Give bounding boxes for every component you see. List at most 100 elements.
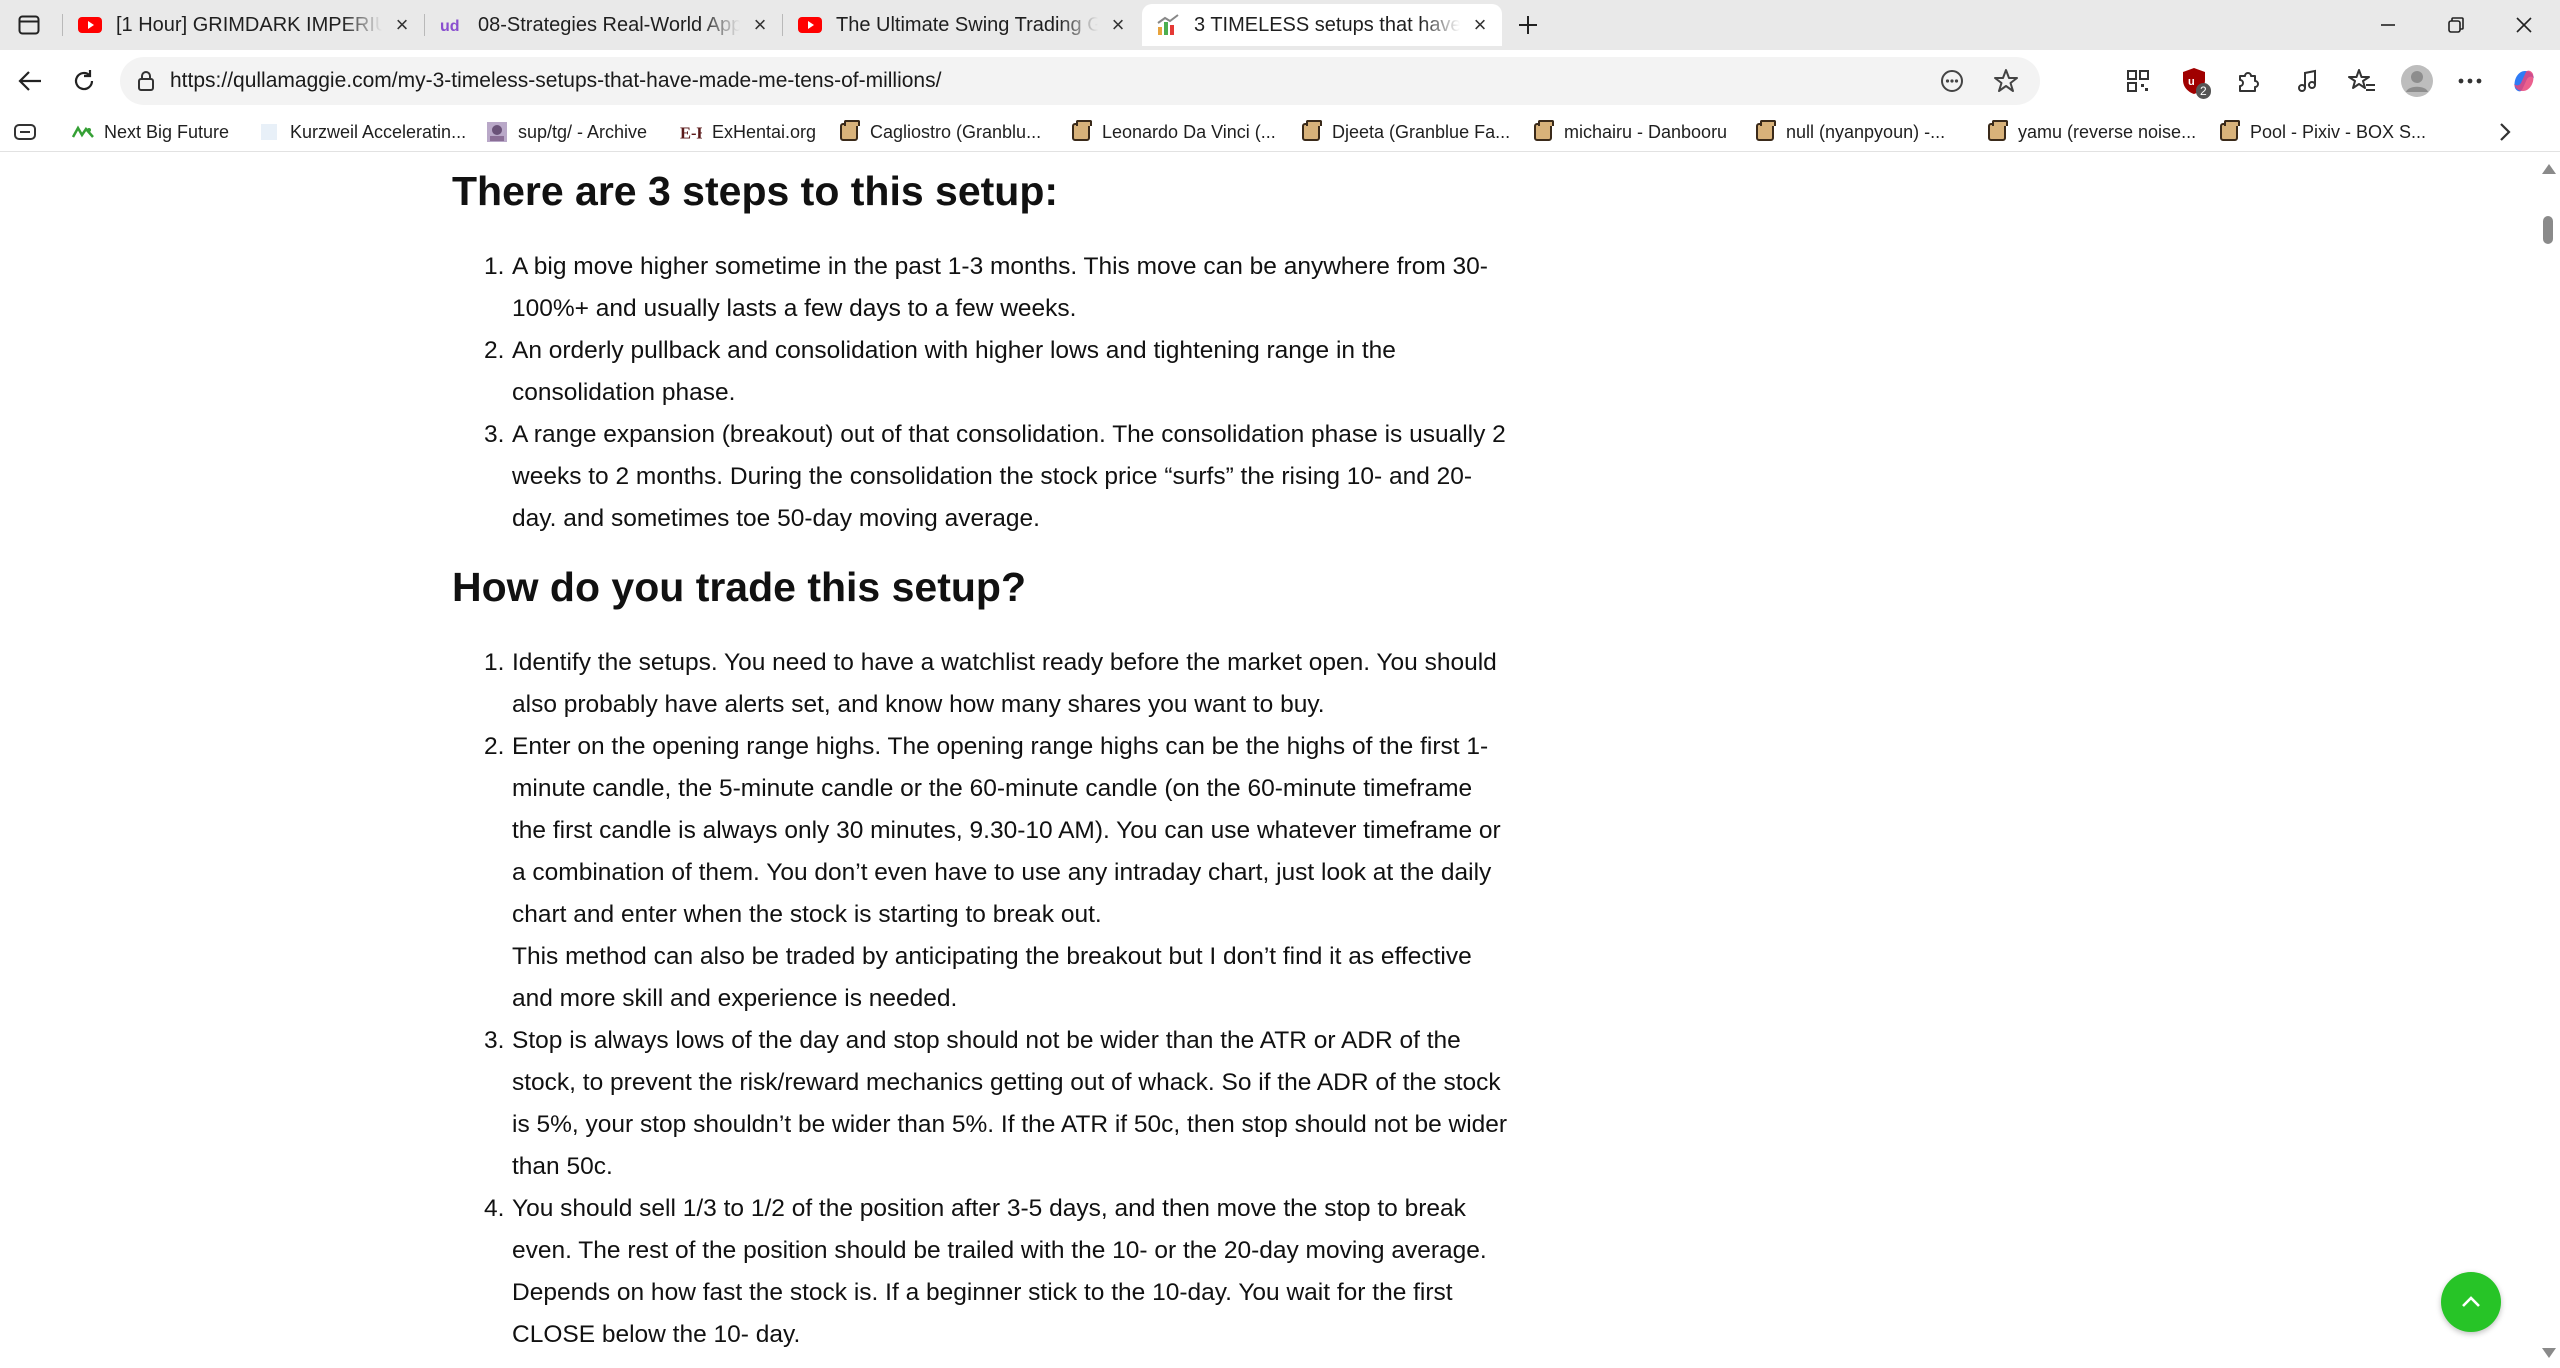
url-text[interactable]: https://qullamaggie.com/my-3-timeless-se…: [170, 57, 941, 105]
extensions-button[interactable]: [2230, 63, 2266, 99]
close-icon[interactable]: ×: [1106, 12, 1130, 37]
ud-icon: ud: [440, 13, 464, 37]
tab-actions-menu-button[interactable]: [10, 10, 48, 40]
address-bar[interactable]: https://qullamaggie.com/my-3-timeless-se…: [120, 57, 2040, 105]
tab-separator: [782, 14, 783, 36]
svg-text:ud: ud: [440, 18, 460, 35]
lock-icon[interactable]: [134, 69, 158, 93]
bookmark-exhentai[interactable]: E-H ExHentai.org: [680, 118, 816, 146]
tab-title: 3 TIMELESS setups that have made me: [1194, 13, 1460, 36]
folder-icon: [1532, 120, 1554, 143]
scroll-down-arrow-icon[interactable]: [2542, 1348, 2556, 1358]
list-item: 3. Stop is always lows of the day and st…: [484, 1027, 1508, 1180]
folder-icon: [838, 120, 860, 143]
bookmark-next-big-future[interactable]: Next Big Future: [72, 118, 229, 146]
bookmark-djeeta[interactable]: Djeeta (Granblue Fa...: [1300, 118, 1510, 146]
close-icon: [2516, 17, 2532, 33]
nbf-icon: [72, 121, 94, 143]
list-item: 3. A range expansion (breakout) out of t…: [484, 421, 1506, 532]
bookmark-pool-pixiv[interactable]: Pool - Pixiv - BOX S...: [2218, 118, 2426, 146]
page-viewport: There are 3 steps to this setup: 1. A bi…: [0, 152, 2560, 1368]
steps-heading: There are 3 steps to this setup:: [452, 168, 1059, 214]
back-button[interactable]: [12, 63, 48, 99]
media-control-button[interactable]: [2290, 63, 2326, 99]
list-item: 1. A big move higher sometime in the pas…: [484, 253, 1488, 322]
bookmark-kurzweil[interactable]: Kurzweil Acceleratin...: [258, 118, 466, 146]
refresh-icon: [74, 70, 94, 91]
bookmark-michairu[interactable]: michairu - Danbooru: [1532, 118, 1727, 146]
list-item: 4. You should sell 1/3 to 1/2 of the pos…: [484, 1195, 1487, 1348]
copilot-icon: [2514, 70, 2534, 92]
close-window-button[interactable]: [2492, 4, 2556, 46]
archive-icon: [486, 121, 508, 143]
browser-toolbar: https://qullamaggie.com/my-3-timeless-se…: [0, 50, 2560, 112]
tab-strategies[interactable]: ud 08-Strategies Real-World Applications…: [426, 4, 782, 46]
eh-icon: E-H: [680, 121, 702, 143]
vertical-scrollbar[interactable]: [2536, 152, 2560, 1368]
folder-icon: [1754, 120, 1776, 143]
bookmark-menu-icon: [14, 124, 36, 140]
refresh-button[interactable]: [66, 63, 102, 99]
back-arrow-icon: [18, 71, 41, 91]
copilot-button[interactable]: [2506, 63, 2542, 99]
reader-mode-icon[interactable]: [1938, 67, 1966, 95]
svg-text:u: u: [2188, 76, 2195, 88]
list-item: 2. Enter on the opening range highs. The…: [484, 733, 1501, 1012]
restore-button[interactable]: [2424, 4, 2488, 46]
youtube-icon: [798, 13, 822, 37]
bookmarks-menu-button[interactable]: [14, 118, 36, 146]
qr-code-button[interactable]: [2120, 63, 2156, 99]
svg-text:E-H: E-H: [680, 123, 702, 142]
plus-icon: [1519, 16, 1537, 34]
more-dots-icon: [2458, 78, 2482, 84]
qr-code-icon: [2127, 70, 2149, 92]
bookmark-sup-tg-archive[interactable]: sup/tg/ - Archive: [486, 118, 647, 146]
bookmark-leonardo[interactable]: Leonardo Da Vinci (...: [1070, 118, 1276, 146]
list-item: 2. An orderly pullback and consolidation…: [484, 337, 1396, 406]
settings-more-button[interactable]: [2452, 63, 2488, 99]
bookmark-yamu[interactable]: yamu (reverse noise...: [1986, 118, 2196, 146]
tab-title: The Ultimate Swing Trading Guide: [836, 13, 1098, 36]
tab-strip: [1 Hour] GRIMDARK IMPERIUM BATTLE × ud 0…: [0, 0, 2560, 50]
ublock-extension-button[interactable]: u 2: [2176, 63, 2212, 99]
scroll-up-arrow-icon[interactable]: [2542, 164, 2556, 174]
avatar-icon: [2401, 65, 2433, 97]
list-item: 1. Identify the setups. You need to have…: [484, 649, 1497, 718]
scroll-to-top-button[interactable]: [2441, 1272, 2501, 1332]
favorites-list-icon: [2348, 69, 2375, 91]
trade-steps-list: 1. Identify the setups. You need to have…: [452, 642, 1512, 1356]
tab-separator: [62, 14, 63, 36]
close-icon[interactable]: ×: [390, 12, 414, 37]
folder-icon: [1070, 120, 1092, 143]
bookmark-cagliostro[interactable]: Cagliostro (Granblu...: [838, 118, 1041, 146]
folder-icon: [1300, 120, 1322, 143]
tab-swing-trading[interactable]: The Ultimate Swing Trading Guide ×: [784, 4, 1140, 46]
minimize-icon: [2381, 24, 2395, 26]
page-icon: [258, 121, 280, 143]
sidebar-toggle-icon: [18, 15, 40, 35]
restore-icon: [2448, 17, 2464, 33]
tab-timeless-setups[interactable]: 3 TIMELESS setups that have made me ×: [1142, 4, 1502, 46]
chevron-up-icon: [2462, 1296, 2480, 1307]
tab-title: [1 Hour] GRIMDARK IMPERIUM BATTLE: [116, 13, 382, 36]
favorites-button[interactable]: [2344, 63, 2380, 99]
puzzle-icon: [2239, 72, 2259, 92]
folder-icon: [2218, 120, 2240, 143]
minimize-button[interactable]: [2356, 4, 2420, 46]
scrollbar-thumb[interactable]: [2543, 216, 2553, 244]
extension-badge: 2: [2196, 83, 2211, 99]
favorite-star-icon[interactable]: [1992, 67, 2020, 95]
new-tab-button[interactable]: [1510, 8, 1546, 42]
steps-list: 1. A big move higher sometime in the pas…: [452, 246, 1512, 540]
folder-icon: [1986, 120, 2008, 143]
profile-button[interactable]: [2398, 62, 2436, 100]
close-icon[interactable]: ×: [748, 12, 772, 37]
chevron-right-icon: [2500, 123, 2511, 141]
bookmarks-bar: Next Big Future Kurzweil Acceleratin... …: [0, 112, 2560, 152]
tab-separator: [424, 14, 425, 36]
more-bookmarks-button[interactable]: [2498, 118, 2512, 146]
close-icon[interactable]: ×: [1468, 12, 1492, 37]
youtube-icon: [78, 13, 102, 37]
bookmark-null-nyanpyoun[interactable]: null (nyanpyoun) -...: [1754, 118, 1945, 146]
tab-grimdark[interactable]: [1 Hour] GRIMDARK IMPERIUM BATTLE ×: [64, 4, 424, 46]
